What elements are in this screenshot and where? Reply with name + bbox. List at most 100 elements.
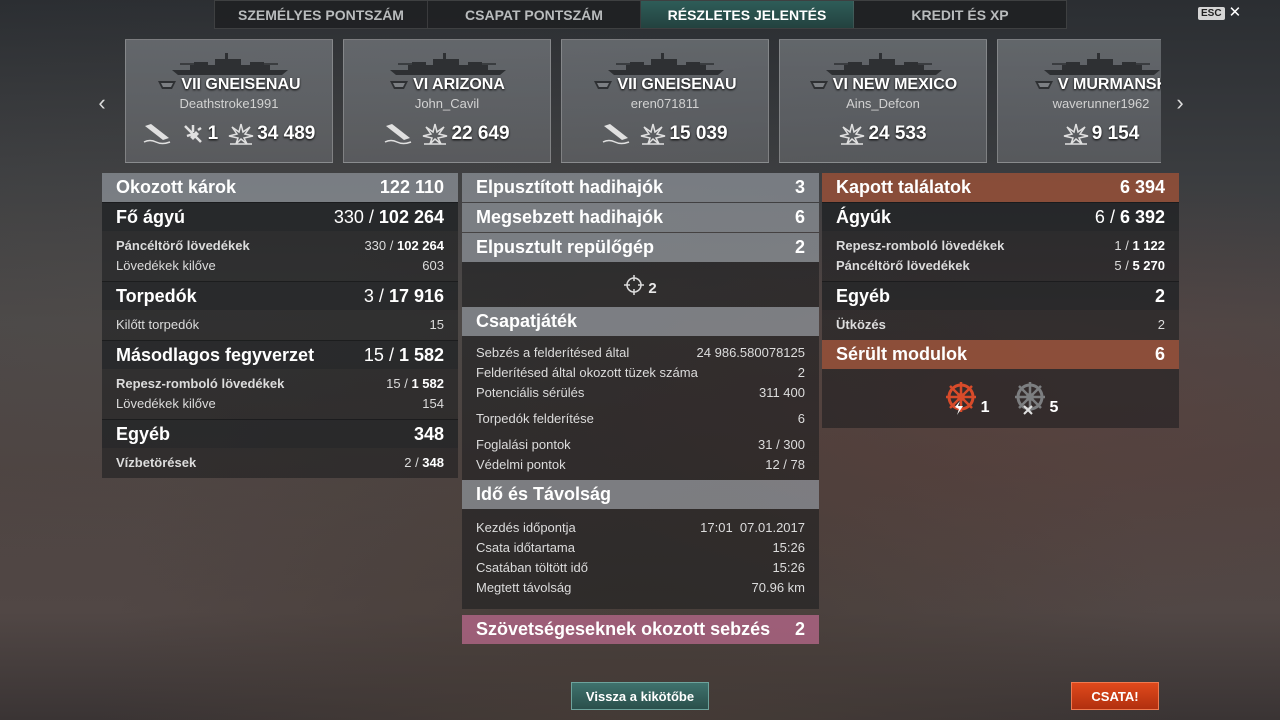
value: 2 <box>794 619 805 639</box>
label: Torpedók <box>116 285 197 306</box>
tab-team-score[interactable]: CSAPAT PONTSZÁM <box>428 1 641 28</box>
hits: 330 <box>333 206 364 227</box>
label: Ágyúk <box>836 206 892 227</box>
ship-name: VII GNEISENAU <box>562 76 768 94</box>
teamplay-details: Sebzés a felderítésed által 24 986.580078… <box>462 336 819 480</box>
prev-arrow-button[interactable]: ‹ <box>92 90 112 116</box>
damage-value: 9 154 <box>1091 123 1140 144</box>
ship-name-text: V MURMANSK <box>1057 76 1161 93</box>
hits: 15 <box>363 344 384 365</box>
torpedoes-details: Kilőtt torpedók 15 <box>102 310 458 340</box>
received-other-row: Egyéb 2 <box>822 281 1179 310</box>
value: 6 <box>797 410 805 426</box>
other-row: Egyéb 348 <box>102 419 458 448</box>
card-stats: 24 533 <box>780 122 986 146</box>
dmg: 348 <box>422 454 444 470</box>
dmg: 1 582 <box>398 344 444 365</box>
ship-name: VI NEW MEXICO <box>780 76 986 94</box>
value: 603 <box>422 257 444 273</box>
player-card[interactable]: VII GNEISENAU eren071811 15 039 <box>561 39 769 163</box>
detail-row: Repesz-romboló lövedékek 15 / 1 582 <box>116 375 444 391</box>
tab-personal-score[interactable]: SZEMÉLYES PONTSZÁM <box>215 1 428 28</box>
label: Másodlagos fegyverzet <box>116 344 315 365</box>
detail-row: Felderítésed által okozott tüzek száma 2 <box>476 362 805 382</box>
battle-button[interactable]: CSATA! <box>1071 682 1159 710</box>
value: 12 / 78 <box>765 456 805 472</box>
damage-explosion-icon <box>229 123 254 145</box>
close-button[interactable]: ESC ✕ <box>1198 5 1241 20</box>
player-card[interactable]: VI NEW MEXICO Ains_Defcon 24 533 <box>779 39 987 163</box>
value: 15:26 <box>772 559 805 575</box>
damage-dealt-header: Okozott károk 122 110 <box>102 173 458 202</box>
hits: 15 <box>386 375 401 391</box>
return-to-port-button[interactable]: Vissza a kikötőbe <box>571 682 709 710</box>
value: 24 986.580078125 <box>696 344 805 360</box>
value: 17:01 07.01.2017 <box>700 519 805 535</box>
label: Felderítésed által okozott tüzek száma <box>476 364 698 380</box>
label: Lövedékek kilőve <box>116 395 216 411</box>
team-damage-row: Szövetségeseknek okozott sebzés 2 <box>462 615 819 644</box>
player-card[interactable]: VII GNEISENAU Deathstroke1991 1 34 489 <box>125 39 333 163</box>
value: 2 <box>794 237 805 257</box>
player-name: waverunner1962 <box>1052 96 1150 111</box>
guns-details: Repesz-romboló lövedékek 1 / 1 122 Páncél… <box>822 231 1179 281</box>
label: Csata időtartama <box>476 539 575 555</box>
ship-name-text: VII GNEISENAU <box>617 76 737 93</box>
label: Szövetségeseknek okozott sebzés <box>476 619 771 639</box>
count: 1 <box>980 398 990 416</box>
hits: 6 <box>1094 206 1105 227</box>
damage-explosion-icon <box>840 123 865 145</box>
planes-stat: 1 <box>181 122 219 146</box>
damage-stat: 15 039 <box>640 122 728 146</box>
label: Lövedékek kilőve <box>116 257 216 273</box>
planes-count: 1 <box>207 123 219 144</box>
guns-row: Ágyúk 6 / 6 392 <box>822 202 1179 231</box>
card-stats: 22 649 <box>344 122 550 146</box>
label: Ütközés <box>836 316 886 332</box>
label: Elpusztított hadihajók <box>476 177 663 197</box>
value: 31 / 300 <box>758 436 805 452</box>
plane-shot-down-icon <box>183 125 202 143</box>
value: 15:26 <box>772 539 805 555</box>
damaged-modules-header: Sérült modulok 6 <box>822 340 1179 369</box>
damaged-ships-row: Megsebzett hadihajók 6 <box>462 203 819 232</box>
next-arrow-button[interactable]: › <box>1170 90 1190 116</box>
steering-wheel-destroyed-icon <box>1014 381 1045 415</box>
value: 6 <box>794 207 805 227</box>
dmg: 6 392 <box>1119 206 1165 227</box>
player-card[interactable]: V MURMANSK waverunner1962 9 154 <box>997 39 1161 163</box>
label: Sérült modulok <box>836 344 968 364</box>
label: Kilőtt torpedók <box>116 316 200 332</box>
detail-row: Kilőtt torpedók 15 <box>116 314 444 334</box>
player-name: eren071811 <box>630 96 700 111</box>
label: Potenciális sérülés <box>476 384 585 400</box>
damage-stat: 9 154 <box>1063 122 1140 146</box>
label: Elpusztult repülőgép <box>476 237 654 257</box>
destroyed-ships-row: Elpusztított hadihajók 3 <box>462 173 819 202</box>
ship-silhouette-icon <box>170 52 290 76</box>
esc-key-label: ESC <box>1198 6 1225 20</box>
ship-silhouette-icon <box>1042 52 1161 76</box>
torpedoes-row: Torpedók 3 / 17 916 <box>102 281 458 310</box>
tab-credits-xp[interactable]: KREDIT ÉS XP <box>854 1 1066 28</box>
steering-destroyed: 5 <box>1012 381 1058 417</box>
value: 15 <box>429 316 444 332</box>
label: Idő és Távolság <box>476 484 612 504</box>
label: Kezdés időpontja <box>476 519 576 535</box>
time-distance-details: Kezdés időpontja 17:01 07.01.2017 Csata i… <box>462 509 819 609</box>
ship-name: V MURMANSK <box>998 76 1161 94</box>
detail-row: Páncéltörő lövedékek 5 / 5 270 <box>836 257 1165 273</box>
player-name: Deathstroke1991 <box>179 96 279 111</box>
dmg: 5 270 <box>1132 257 1165 273</box>
value: 348 <box>413 423 444 444</box>
detail-row: Kezdés időpontja 17:01 07.01.2017 <box>476 517 805 537</box>
damage-explosion-icon <box>423 123 448 145</box>
received-other-details: Ütközés 2 <box>822 310 1179 340</box>
detail-row: Torpedók felderítése 6 <box>476 408 805 428</box>
detail-row: Vízbetörések 2 / 348 <box>116 454 444 470</box>
player-card[interactable]: VI ARIZONA John_Cavil 22 649 <box>343 39 551 163</box>
detail-row: Ütközés 2 <box>836 314 1165 334</box>
tab-detailed-report[interactable]: RÉSZLETES JELENTÉS <box>641 1 854 28</box>
player-name: John_Cavil <box>414 96 480 111</box>
value: 3 <box>794 177 805 197</box>
